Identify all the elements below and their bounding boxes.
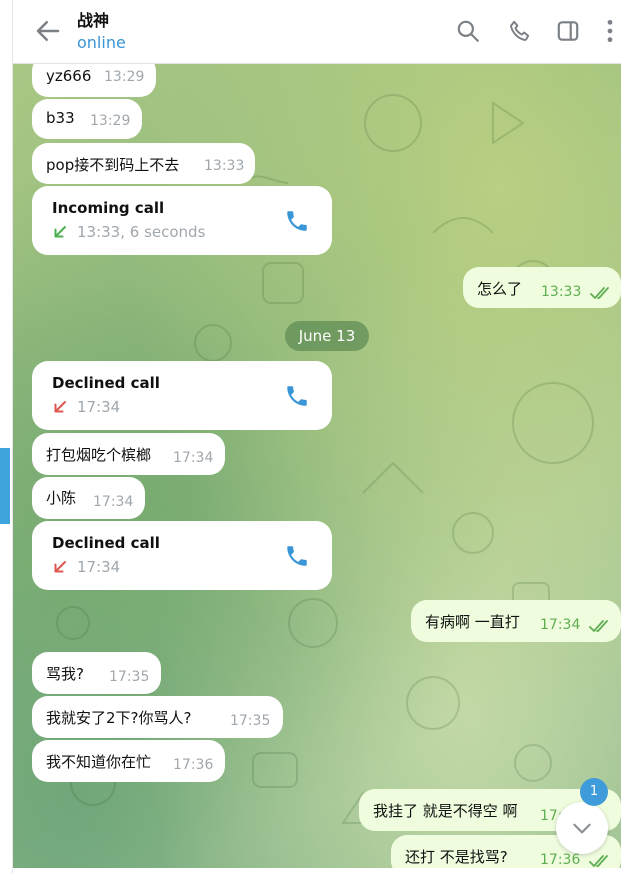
more-vertical-icon[interactable] <box>603 18 617 44</box>
chat-status: online <box>77 33 126 52</box>
chevron-down-icon <box>573 823 591 834</box>
chat-header: 战神 online <box>13 0 621 64</box>
call-message-bubble[interactable]: Declined call 17:34 <box>32 521 332 590</box>
arrow-left-icon[interactable] <box>33 16 63 46</box>
bottom-edge <box>13 868 621 874</box>
arrow-down-left-icon <box>54 561 66 573</box>
call-title: Declined call <box>52 374 160 392</box>
message-text: 我挂了 就是不得空 啊 <box>373 802 518 820</box>
call-message-bubble[interactable]: Declined call 17:34 <box>32 361 332 430</box>
message-text: yz666 <box>46 67 92 85</box>
sidebar-toggle-icon[interactable] <box>555 18 581 44</box>
call-meta: 17:34 <box>77 398 121 416</box>
message-bubble[interactable]: 我不知道你在忙 17:36 <box>32 740 225 782</box>
chat-title[interactable]: 战神 <box>77 7 109 31</box>
message-text: 小陈 <box>46 489 77 507</box>
message-time: 13:33 <box>204 158 245 174</box>
message-bubble[interactable]: 怎么了 13:33 <box>463 267 621 308</box>
phone-icon[interactable] <box>284 208 310 234</box>
call-meta: 17:34 <box>77 558 121 576</box>
message-bubble[interactable]: pop接不到码上不去 13:33 <box>32 143 255 184</box>
message-bubble[interactable]: 小陈 17:34 <box>32 477 145 519</box>
phone-icon[interactable] <box>284 543 310 569</box>
message-time: 13:33 <box>541 284 582 300</box>
message-bubble[interactable]: 有病啊 一直打 17:34 <box>411 600 621 642</box>
message-time: 17:36 <box>540 852 581 868</box>
message-time: 17:35 <box>230 713 271 729</box>
message-time: 13:29 <box>90 113 131 129</box>
message-time: 17:36 <box>173 757 214 773</box>
message-bubble[interactable]: 打包烟吃个槟榔 17:34 <box>32 433 225 475</box>
message-text: 怎么了 <box>477 280 523 298</box>
read-receipt-icon <box>589 855 608 867</box>
chat-messages-area[interactable]: yz666 13:29 b33 13:29 pop接不到码上不去 13:33 I… <box>13 63 621 874</box>
left-panel-edge <box>0 0 13 874</box>
read-receipt-icon <box>589 620 608 632</box>
message-text: 我就安了2下?你骂人? <box>46 709 192 727</box>
phone-icon[interactable] <box>507 18 533 44</box>
phone-icon[interactable] <box>284 383 310 409</box>
message-time: 13:29 <box>104 69 145 85</box>
message-bubble[interactable]: b33 13:29 <box>32 99 142 139</box>
call-title: Incoming call <box>52 199 165 217</box>
message-text: 骂我? <box>46 665 84 683</box>
message-text: 我不知道你在忙 <box>46 753 152 771</box>
message-text: 有病啊 一直打 <box>425 613 520 631</box>
message-time: 17:35 <box>109 669 150 685</box>
message-bubble[interactable]: 我就安了2下?你骂人? 17:35 <box>32 696 283 738</box>
scroll-to-bottom-button[interactable] <box>556 802 608 854</box>
message-bubble[interactable]: 骂我? 17:35 <box>32 652 161 694</box>
call-title: Declined call <box>52 534 160 552</box>
message-time: 17:34 <box>93 494 134 510</box>
read-receipt-icon <box>590 287 609 299</box>
search-icon[interactable] <box>455 18 481 44</box>
message-text: 还打 不是找骂? <box>405 848 508 866</box>
message-bubble[interactable]: yz666 13:29 <box>32 63 156 97</box>
arrow-down-left-icon <box>54 401 66 413</box>
call-meta: 13:33, 6 seconds <box>77 223 206 241</box>
message-time: 17:34 <box>173 450 214 466</box>
call-message-bubble[interactable]: Incoming call 13:33, 6 seconds <box>32 186 332 255</box>
message-time: 17:34 <box>540 617 581 633</box>
message-text: b33 <box>46 109 75 127</box>
date-separator: June 13 <box>285 321 369 351</box>
message-text: 打包烟吃个槟榔 <box>46 446 152 464</box>
message-text: pop接不到码上不去 <box>46 156 180 174</box>
unread-count-badge: 1 <box>580 778 608 806</box>
arrow-down-left-icon <box>54 226 66 238</box>
left-panel-accent <box>0 448 10 524</box>
